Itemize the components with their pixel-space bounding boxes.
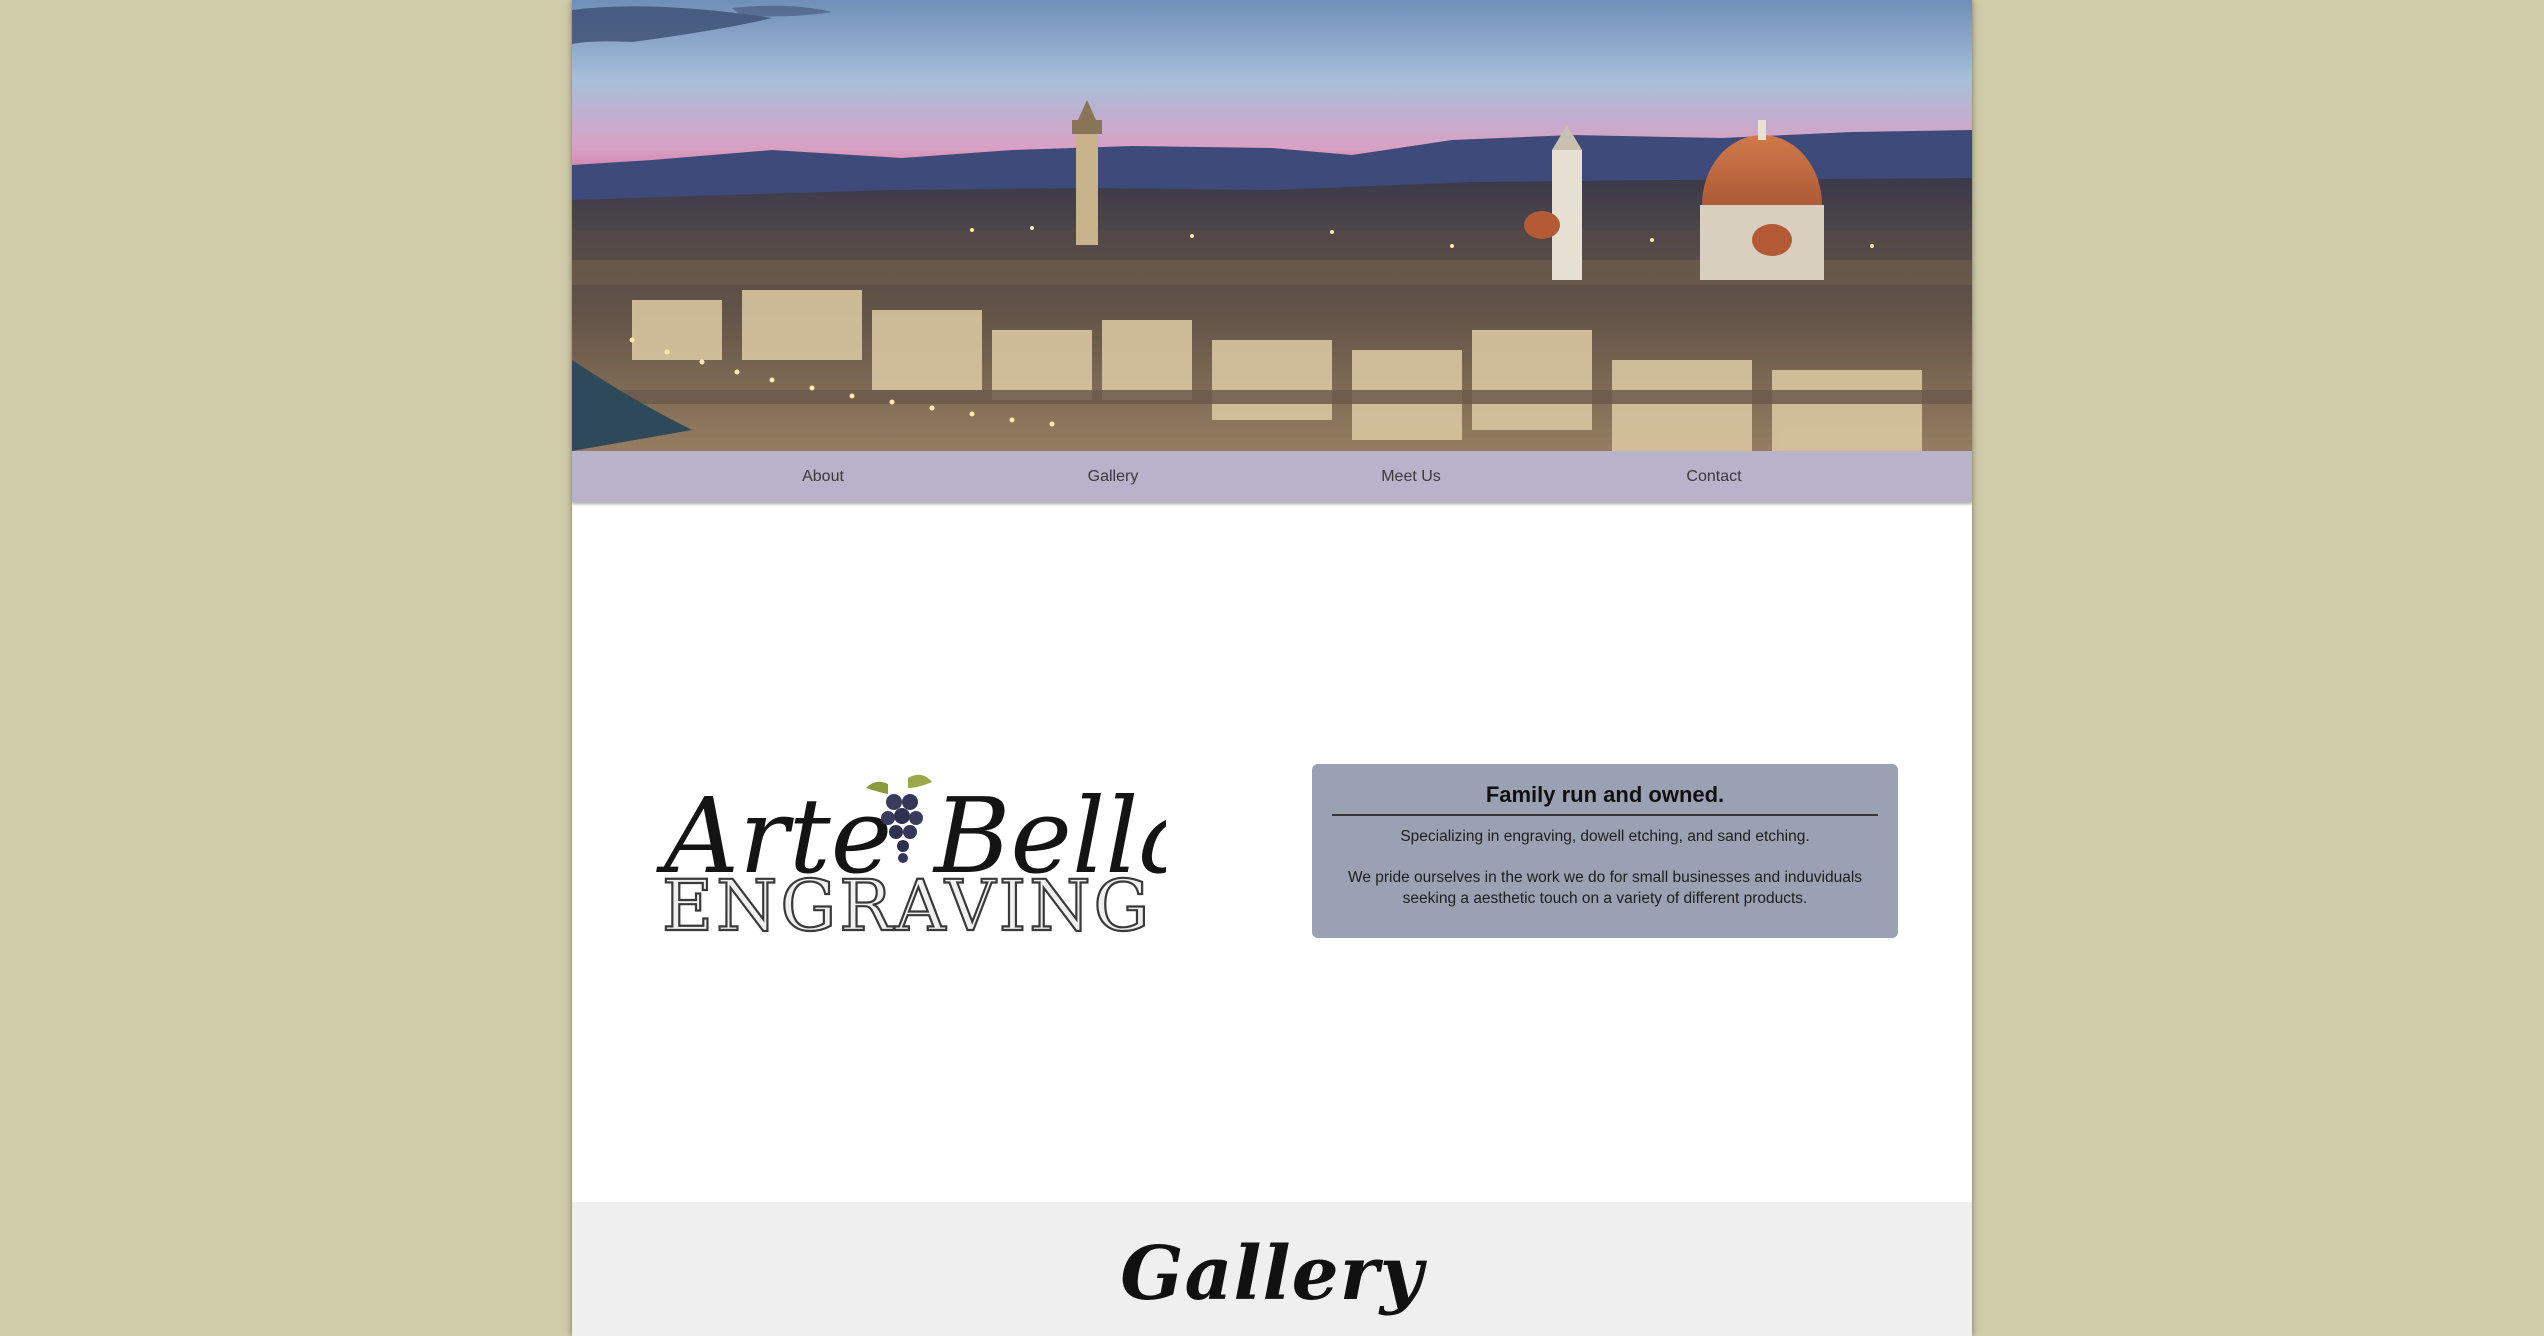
intro-title: Family run and owned. bbox=[1485, 782, 1725, 807]
nav-about[interactable]: About bbox=[802, 451, 844, 502]
page-container: About Gallery Meet Us Contact Arte Bella… bbox=[572, 0, 1972, 1336]
logo-graphic: Arte Bella ENGRAVING bbox=[656, 774, 1201, 948]
gallery-heading: Gallery bbox=[1120, 1231, 1424, 1317]
intro-divider bbox=[1332, 814, 1878, 816]
intro-paragraph-2-line-1: We pride ourselves in the work we do for… bbox=[1347, 869, 1863, 886]
intro-paragraph-1: Specializing in engraving, dowell etchin… bbox=[1400, 828, 1810, 845]
main-nav: About Gallery Meet Us Contact bbox=[572, 451, 1972, 502]
hero-image bbox=[572, 0, 1972, 451]
svg-text:ENGRAVING: ENGRAVING bbox=[662, 865, 1152, 944]
intro-card: Family run and owned. Specializing in en… bbox=[1312, 764, 1898, 938]
nav-gallery[interactable]: Gallery bbox=[1088, 451, 1139, 502]
intro-paragraph-2-line-2: seeking a aesthetic touch on a variety o… bbox=[1402, 890, 1808, 907]
brand-logo: Arte Bella ENGRAVING bbox=[656, 764, 1201, 948]
nav-contact[interactable]: Contact bbox=[1686, 451, 1741, 502]
nav-meet-us[interactable]: Meet Us bbox=[1381, 451, 1441, 502]
hero-banner bbox=[572, 0, 1972, 451]
